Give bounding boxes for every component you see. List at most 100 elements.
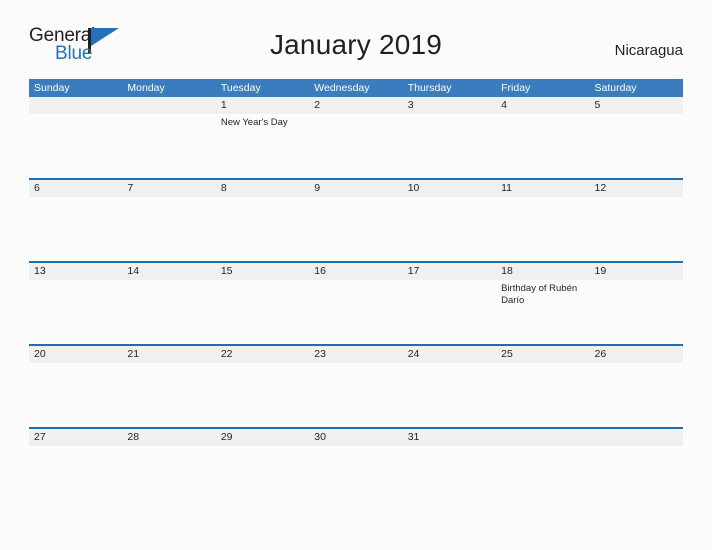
day-number: 5	[594, 99, 601, 111]
day-cell-3[interactable]: 3	[403, 97, 496, 178]
day-number: 27	[34, 431, 46, 443]
weekday-header-friday: Friday	[501, 82, 531, 94]
day-events	[127, 446, 215, 449]
day-cell-9[interactable]: 9	[309, 180, 402, 261]
event-label: New Year's Day	[220, 117, 288, 128]
day-cell-empty	[496, 429, 589, 510]
day-cell-2[interactable]: 2	[309, 97, 402, 178]
day-cell-10[interactable]: 10	[403, 180, 496, 261]
day-events	[408, 114, 496, 117]
day-number: 2	[314, 99, 321, 111]
day-number: 20	[34, 348, 46, 360]
day-number: 26	[594, 348, 607, 360]
day-number: 22	[220, 348, 233, 360]
calendar-week-row: 13 14 15 16 17 18 Birthday of Rubén Darío 19	[29, 261, 683, 344]
day-cell-6[interactable]: 6	[29, 180, 122, 261]
day-events	[127, 363, 215, 366]
day-events	[221, 363, 309, 366]
day-cell-8[interactable]: 8	[216, 180, 309, 261]
day-cell-17[interactable]: 17	[403, 263, 496, 344]
day-events	[314, 363, 402, 366]
day-cell-24[interactable]: 24	[403, 346, 496, 427]
day-events	[501, 446, 589, 449]
day-events	[314, 280, 402, 283]
day-number: 28	[127, 431, 140, 443]
day-events	[501, 114, 589, 117]
day-number: 6	[34, 182, 40, 194]
day-number: 31	[407, 431, 420, 443]
day-cell-empty	[590, 429, 683, 510]
day-events	[314, 114, 402, 117]
day-events	[221, 446, 309, 449]
weekday-header-sunday: Sunday	[34, 82, 70, 94]
day-cell-27[interactable]: 27	[29, 429, 122, 510]
day-number: 17	[407, 265, 420, 277]
day-events	[501, 197, 589, 200]
calendar-week-cells: 27 28 29 30 31	[29, 429, 683, 510]
day-number: 15	[220, 265, 233, 277]
weekday-header-tuesday: Tuesday	[220, 82, 261, 94]
day-cell-11[interactable]: 11	[496, 180, 589, 261]
day-cell-20[interactable]: 20	[29, 346, 122, 427]
event-label: Birthday of Rubén Darío	[501, 283, 578, 306]
day-cell-30[interactable]: 30	[309, 429, 402, 510]
day-cell-4[interactable]: 4	[496, 97, 589, 178]
day-number: 18	[501, 265, 513, 277]
day-number: 10	[407, 182, 420, 194]
day-number: 30	[314, 431, 326, 443]
day-cell-22[interactable]: 22	[216, 346, 309, 427]
day-cell-29[interactable]: 29	[216, 429, 309, 510]
day-events	[595, 363, 683, 366]
day-number: 24	[407, 348, 420, 360]
day-cell-31[interactable]: 31	[403, 429, 496, 510]
day-number: 4	[501, 99, 507, 111]
calendar-week-cells: 20 21 22 23 24 25 26	[29, 346, 683, 427]
calendar-grid: Sunday Monday Tuesday Wednesday Thursday Frid…	[29, 79, 683, 510]
page-title: January 2019	[269, 29, 443, 60]
day-cell-14[interactable]: 14	[122, 263, 215, 344]
page-header: General Blue January 2019 Nicaragua	[0, 0, 712, 63]
weekday-header-thursday: Thursday	[407, 82, 452, 94]
day-events	[127, 197, 215, 200]
day-events	[34, 197, 122, 200]
day-cell-21[interactable]: 21	[122, 346, 215, 427]
day-cell-13[interactable]: 13	[29, 263, 122, 344]
weekday-header-saturday: Saturday	[594, 82, 637, 94]
day-cell-16[interactable]: 16	[309, 263, 402, 344]
day-events	[34, 363, 122, 366]
day-cell-26[interactable]: 26	[590, 346, 683, 427]
day-cell-12[interactable]: 12	[590, 180, 683, 261]
day-number: 8	[220, 182, 227, 194]
day-events	[34, 446, 122, 449]
day-events	[127, 114, 215, 117]
calendar-week-row: 1 New Year's Day 2 3 4 5	[29, 97, 683, 178]
day-events	[501, 363, 589, 366]
day-events: New Year's Day	[221, 114, 309, 129]
day-cell-7[interactable]: 7	[122, 180, 215, 261]
day-number: 21	[127, 348, 140, 360]
day-cell-25[interactable]: 25	[496, 346, 589, 427]
day-events	[595, 197, 683, 200]
day-number: 25	[501, 348, 513, 360]
day-cell-23[interactable]: 23	[309, 346, 402, 427]
day-number	[595, 429, 683, 446]
day-number: 1	[220, 99, 227, 111]
day-events	[408, 446, 496, 449]
calendar-week-row: 27 28 29 30 31	[29, 427, 683, 510]
day-events	[127, 280, 215, 283]
calendar-weeks: 1 New Year's Day 2 3 4 5 6 7 8 9 10 11 12 13 14 15 16 17 1…	[29, 97, 683, 510]
day-cell-19[interactable]: 19	[590, 263, 683, 344]
day-cell-28[interactable]: 28	[122, 429, 215, 510]
day-events	[314, 446, 402, 449]
day-cell-18[interactable]: 18 Birthday of Rubén Darío	[496, 263, 589, 344]
weekday-header-monday: Monday	[127, 82, 165, 94]
day-number	[127, 97, 215, 114]
day-cell-empty	[29, 97, 122, 178]
day-cell-15[interactable]: 15	[216, 263, 309, 344]
day-cell-5[interactable]: 5	[590, 97, 683, 178]
day-cell-1[interactable]: 1 New Year's Day	[216, 97, 309, 178]
day-events: Birthday of Rubén Darío	[501, 280, 589, 306]
day-number: 16	[314, 265, 326, 277]
calendar-week-row: 20 21 22 23 24 25 26	[29, 344, 683, 427]
day-number: 19	[594, 265, 607, 277]
